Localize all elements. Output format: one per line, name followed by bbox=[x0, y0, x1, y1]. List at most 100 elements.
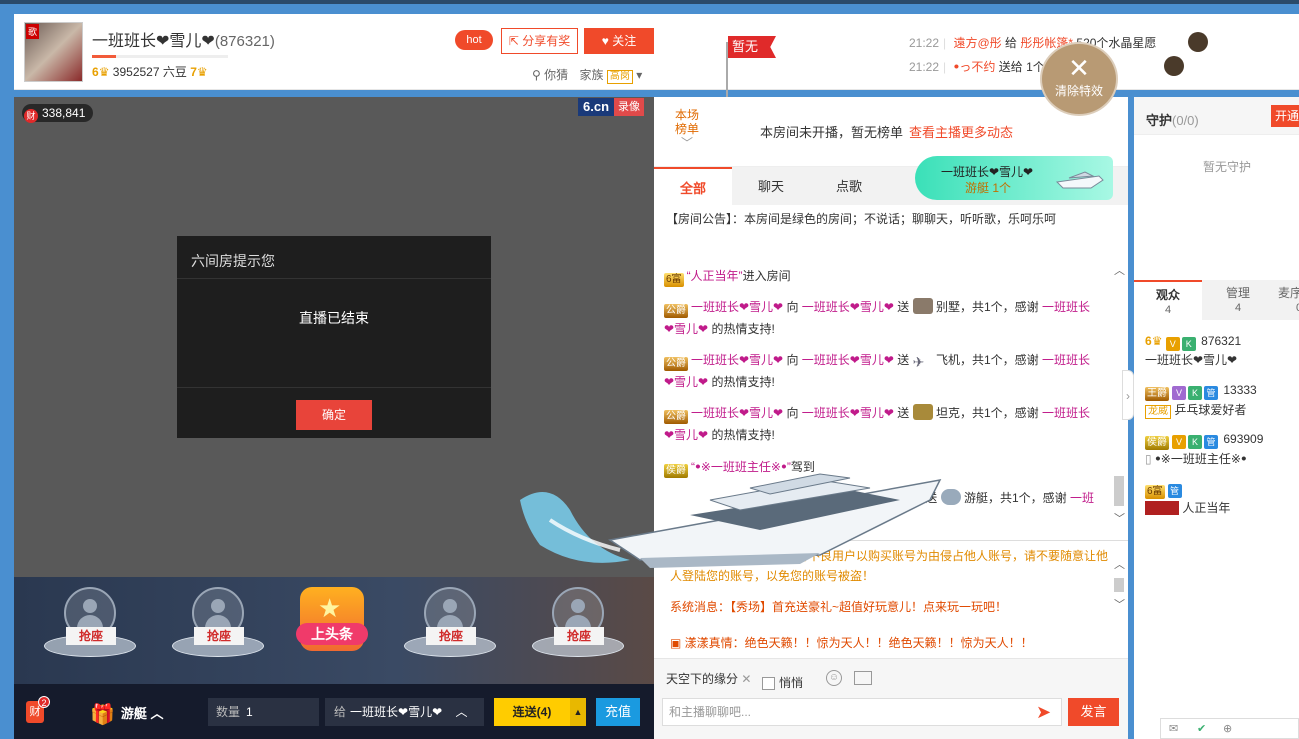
audience-item[interactable]: 6♛ VK 876321 一班班长❤雪儿❤ bbox=[1145, 332, 1241, 369]
feed-avatar[interactable] bbox=[1188, 32, 1208, 52]
tab-songs[interactable]: 点歌 bbox=[810, 167, 888, 206]
crown-icon: ♛ bbox=[196, 65, 208, 79]
tab-admins[interactable]: 管理 4 bbox=[1204, 280, 1272, 320]
message-user[interactable]: 一班班长❤雪儿❤ bbox=[802, 300, 894, 314]
tab-chat[interactable]: 聊天 bbox=[732, 167, 810, 206]
grab-seat-button[interactable]: 抢座 bbox=[66, 627, 116, 645]
message-user[interactable]: 一班班长❤雪儿❤ bbox=[802, 353, 894, 367]
tab-count: 0 bbox=[1278, 301, 1299, 316]
scroll-thumb[interactable] bbox=[1114, 476, 1124, 506]
chat-target-name: 天空下的缘分 bbox=[666, 672, 739, 686]
open-guard-button[interactable]: 开通 bbox=[1271, 105, 1299, 127]
seat-slot[interactable]: 抢座 bbox=[42, 585, 138, 670]
audience-item[interactable]: 6富管 人正当年 bbox=[1145, 479, 1230, 517]
feed-action: 给 bbox=[1005, 36, 1018, 50]
guard-count: (0/0) bbox=[1172, 113, 1199, 128]
coin-icon: 财 bbox=[24, 109, 38, 123]
gift-selector[interactable]: 🎁 游艇 ︿ bbox=[90, 702, 164, 727]
recharge-button[interactable]: 充值 bbox=[596, 698, 640, 726]
recipient-select[interactable]: 给一班班长❤雪儿❤ ︿ bbox=[325, 698, 484, 726]
audience-id: 876321 bbox=[1201, 334, 1242, 348]
family-badge[interactable]: 高岗 bbox=[606, 70, 633, 84]
scroll-thumb[interactable] bbox=[1114, 578, 1124, 592]
chat-message: 6富 “人正当年”进入房间 bbox=[664, 265, 1096, 287]
message-user[interactable]: 一班 bbox=[1070, 491, 1094, 505]
tab-mic-queue[interactable]: 麦序0 bbox=[1274, 280, 1299, 320]
share-icon: ⇱ bbox=[508, 34, 523, 48]
scroll-up-icon[interactable]: ︿ bbox=[1114, 560, 1125, 571]
whisper-toggle[interactable]: 悄悄 bbox=[762, 674, 803, 691]
feed-avatar[interactable] bbox=[1164, 56, 1184, 76]
host-avatar[interactable]: 歌 bbox=[24, 22, 83, 82]
send-options-arrow[interactable]: ▲ bbox=[570, 698, 586, 726]
rank-badge: 6富 bbox=[664, 273, 684, 287]
emoji-icon[interactable]: ☺ bbox=[826, 670, 842, 686]
clear-effects-label: 清除特效 bbox=[1054, 84, 1103, 98]
whisper-checkbox[interactable] bbox=[762, 677, 775, 690]
message-user[interactable]: “人正当年” bbox=[687, 269, 743, 283]
tab-all[interactable]: 全部 bbox=[654, 167, 732, 206]
grab-seat-button[interactable]: 抢座 bbox=[194, 627, 244, 645]
chat-input[interactable]: 和主播聊聊吧... bbox=[662, 698, 1062, 726]
headline-button[interactable]: ★ 上头条 bbox=[296, 587, 368, 665]
close-icon[interactable]: ✕ bbox=[738, 672, 751, 686]
chat-target[interactable]: 天空下的缘分 ✕ bbox=[666, 670, 751, 687]
tab-count: 4 bbox=[1234, 302, 1242, 314]
recipient-label: 给 bbox=[334, 705, 347, 719]
message-user[interactable]: 一班班长❤雪儿❤ bbox=[691, 300, 783, 314]
rank-badge: 公爵 bbox=[664, 410, 688, 424]
chevron-down-icon: ﹀ bbox=[680, 136, 693, 150]
message-user[interactable]: 一班班长❤雪儿❤ bbox=[802, 406, 894, 420]
seat-slot[interactable]: 抢座 bbox=[530, 585, 626, 670]
seat-slot[interactable]: 抢座 bbox=[170, 585, 266, 670]
host-more-link[interactable]: 查看主播更多动态 bbox=[909, 125, 1013, 140]
level-left: 6 bbox=[92, 65, 99, 79]
rank-badge: 王爵 bbox=[1145, 387, 1169, 401]
image-icon[interactable] bbox=[854, 671, 872, 685]
send-gift-button[interactable]: 连送(4) bbox=[494, 698, 570, 726]
dialog-ok-button[interactable]: 确定 bbox=[296, 400, 372, 430]
record-button[interactable]: 录像 bbox=[614, 98, 645, 116]
follow-button[interactable]: ♥ 关注 bbox=[584, 28, 654, 54]
zoom-icon[interactable]: ⊕ bbox=[1223, 722, 1232, 735]
scroll-down-icon[interactable]: ﹀ bbox=[1114, 600, 1125, 611]
system-scrollbar[interactable]: ︿ ﹀ bbox=[1112, 556, 1126, 612]
check-icon[interactable]: ✔ bbox=[1197, 722, 1206, 735]
audience-name: 一班班长❤雪儿❤ bbox=[1145, 353, 1238, 367]
send-message-button[interactable]: 发言 bbox=[1068, 698, 1119, 726]
notice-text: 本房间是绿色的房间；不说话；聊聊天，听听歌，乐呵乐呵 bbox=[744, 212, 1057, 226]
message-tail: 的热情支持! bbox=[711, 322, 775, 336]
panel-collapse-handle[interactable]: › bbox=[1122, 370, 1134, 420]
villa-icon bbox=[912, 298, 933, 314]
audience-item[interactable]: 王爵 V K 管 13333 龙威 乒乓球爱好者 bbox=[1145, 381, 1257, 419]
quantity-field[interactable]: 数量 1 bbox=[208, 698, 319, 726]
feed-user[interactable]: 遠方@彤 bbox=[954, 36, 1002, 50]
rank-tab[interactable]: 本场榜单 ﹀ bbox=[672, 108, 702, 150]
seat-slot[interactable]: 抢座 bbox=[402, 585, 498, 670]
share-button[interactable]: ⇱ 分享有奖 bbox=[501, 28, 578, 54]
guess-label: 你猜 bbox=[544, 68, 569, 82]
recipient-value: 一班班长❤雪儿❤ bbox=[350, 705, 443, 719]
message-user[interactable]: 一班班长❤雪儿❤ bbox=[691, 406, 783, 420]
family-badge: 龙威 bbox=[1145, 405, 1171, 419]
message-text: 坦克，共1个，感谢 bbox=[935, 406, 1039, 420]
mail-icon[interactable]: ✉ bbox=[1169, 722, 1178, 735]
tab-audience[interactable]: 观众 4 bbox=[1134, 280, 1202, 320]
clear-effects-button[interactable]: ✕ 清除特效 bbox=[1040, 42, 1118, 116]
scroll-down-icon[interactable]: ﹀ bbox=[1114, 514, 1125, 525]
broadcast-text: 漾漾真情：绝色天籁！！惊为天人！！绝色天籁！！惊为天人！！ bbox=[684, 636, 1033, 650]
message-user[interactable]: 一班班长❤雪儿❤ bbox=[691, 353, 783, 367]
grab-seat-button[interactable]: 抢座 bbox=[554, 627, 604, 645]
system-promo[interactable]: 系统消息：【秀场】首充送豪礼~超值好玩意儿！点来玩一玩吧！ bbox=[670, 597, 1007, 617]
admin-badge: 管 bbox=[1204, 435, 1218, 449]
audience-item[interactable]: 侯爵 V K 管 693909 ▯ ꔷ※一班班主任※ꔷ bbox=[1145, 430, 1263, 468]
feed-user[interactable]: ꔷっ不约 bbox=[954, 60, 996, 74]
paper-plane-icon[interactable]: ➤ bbox=[1036, 702, 1051, 723]
top-strip bbox=[0, 0, 1299, 4]
message-text: 飞机，共1个，感谢 bbox=[935, 353, 1039, 367]
rank-message: 本房间未开播，暂无榜单 查看主播更多动态 bbox=[760, 122, 1013, 141]
grab-seat-button[interactable]: 抢座 bbox=[426, 627, 476, 645]
tab-label: 麦序 bbox=[1278, 286, 1299, 300]
coin-counter: 财 338,841 bbox=[22, 104, 94, 123]
scroll-up-icon[interactable]: ︿ bbox=[1114, 266, 1125, 277]
